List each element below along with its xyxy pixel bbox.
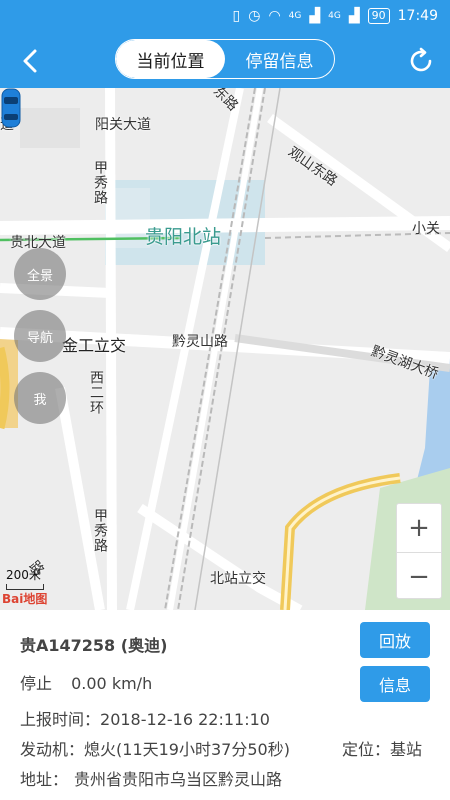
map-scale-label: 200米 [6, 568, 41, 582]
my-location-button[interactable]: 我 [14, 372, 66, 424]
info-button[interactable]: 信息 [360, 666, 430, 702]
header-bar: 当前位置 停留信息 [0, 34, 450, 88]
address-value: 贵州省贵阳市乌当区黔灵山路 [74, 770, 283, 789]
map-label-jiaxiu-bottom: 甲秀路 [92, 508, 108, 553]
map-label-jiaxiu-top: 甲秀路 [92, 160, 108, 205]
zoom-in-button[interactable]: + [397, 504, 441, 552]
engine-value: 熄火(11天19小时37分50秒) [84, 740, 290, 759]
clock: 17:49 [397, 8, 438, 24]
zoom-control: + − [396, 503, 442, 599]
locate-row: 定位：基站 [342, 736, 422, 760]
vehicle-state-row: 停止 0.00 km/h [20, 670, 152, 694]
engine-label: 发动机： [20, 740, 85, 759]
network-label-2: 4G [328, 11, 341, 21]
back-icon[interactable] [16, 46, 46, 76]
signal-icon: ▟ [348, 8, 360, 24]
map-label-xierhuan: 西二环 [88, 370, 104, 415]
tab-switcher: 当前位置 停留信息 [115, 39, 335, 79]
battery-indicator: 90 [367, 8, 390, 24]
vehicle-state: 停止 [20, 674, 53, 693]
map-label-qianling-road: 黔灵山路 [172, 334, 228, 350]
status-bar: ▯ ◷ ◠ 4G ▟ 4G ▟ 90 17:49 [0, 0, 450, 34]
wifi-icon: ◠ [268, 8, 281, 24]
report-time-label: 上报时间： [20, 710, 101, 729]
baidu-logo: Bai地图 [2, 592, 48, 606]
signal-icon: ▟ [309, 8, 321, 24]
map-label-jingong: 金工立交 [62, 336, 127, 355]
report-time-row: 上报时间：2018-12-16 22:11:10 [20, 706, 270, 730]
vehicle-info-panel: 贵A147258 (奥迪) 停止 0.00 km/h 上报时间：2018-12-… [0, 610, 450, 800]
map-label-xiaoguan: 小关 [412, 221, 440, 237]
vehicle-speed: 0.00 km/h [71, 674, 153, 693]
navigation-button[interactable]: 导航 [14, 310, 66, 362]
tab-stay-info[interactable]: 停留信息 [225, 40, 334, 78]
car-marker-icon[interactable] [0, 88, 22, 128]
locate-label: 定位： [342, 740, 391, 759]
engine-row: 发动机：熄火(11天19小时37分50秒) [20, 736, 290, 760]
vibrate-icon: ▯ [232, 8, 241, 24]
zoom-out-button[interactable]: − [397, 552, 441, 600]
address-label: 地址： [20, 770, 69, 789]
map-scale: 200米 [6, 566, 44, 590]
map-view[interactable]: 道 阳关大道 东路 观山东路 甲秀路 贵阳北站 贵北大道 小关 金工立交 黔灵山… [0, 88, 450, 610]
tab-current-location[interactable]: 当前位置 [116, 40, 225, 78]
refresh-icon[interactable] [406, 46, 436, 76]
map-label-yangguan: 阳关大道 [95, 117, 151, 133]
vehicle-plate: 贵A147258 (奥迪) [20, 636, 168, 655]
network-label-1: 4G [288, 11, 302, 21]
playback-button[interactable]: 回放 [360, 622, 430, 658]
overview-button[interactable]: 全景 [14, 248, 66, 300]
map-label-beizhan: 北站立交 [210, 571, 266, 587]
alarm-icon: ◷ [248, 8, 261, 24]
address-row: 地址： 贵州省贵阳市乌当区黔灵山路 [20, 766, 282, 790]
locate-value: 基站 [390, 740, 423, 759]
map-label-station: 贵阳北站 [145, 226, 222, 248]
report-time-value: 2018-12-16 22:11:10 [100, 710, 270, 729]
